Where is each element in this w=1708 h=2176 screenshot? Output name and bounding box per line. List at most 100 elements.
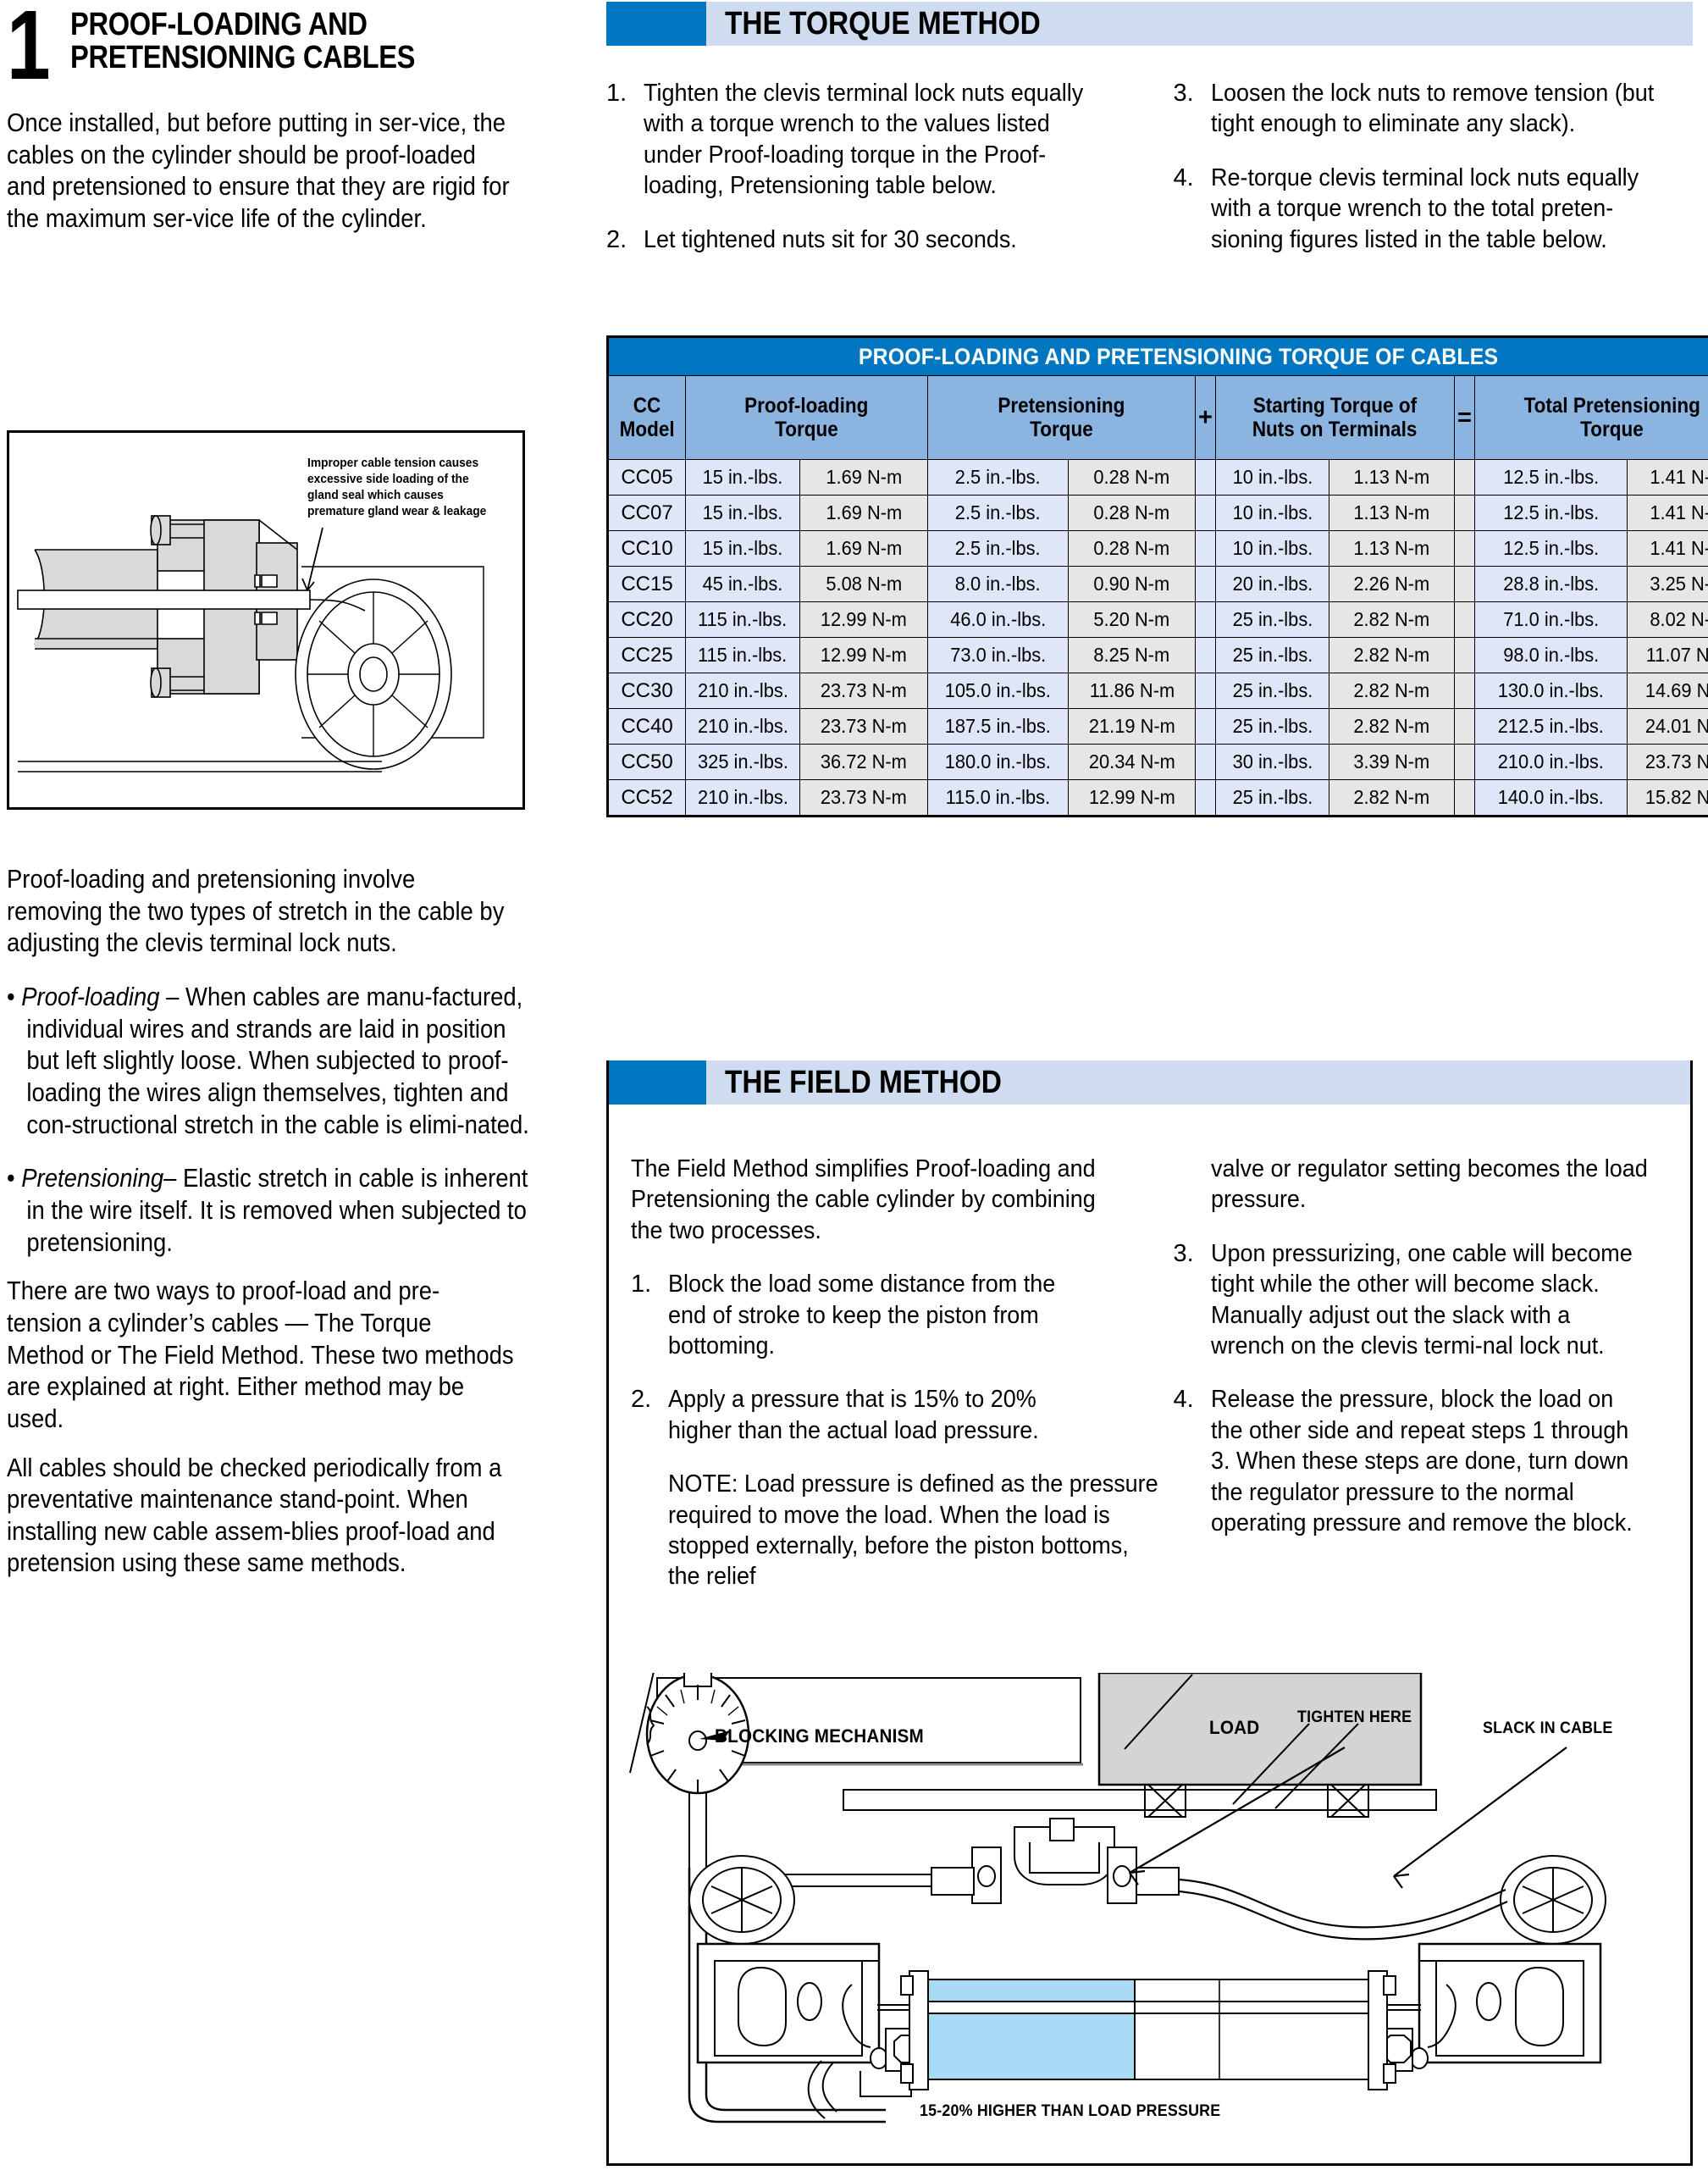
torque-step-4: 4. Re-torque clevis terminal lock nuts e… bbox=[1174, 163, 1694, 255]
cell-spacer bbox=[1454, 744, 1475, 780]
table-row: CC07 15 in.-lbs. 1.69 N-m 2.5 in.-lbs. 0.28 … bbox=[607, 495, 1708, 531]
cell-spacer bbox=[1454, 673, 1475, 709]
field-step-1: 1. Block the load some distance from the… bbox=[631, 1269, 1126, 1361]
bullet-term: Pretensioning bbox=[21, 1164, 164, 1193]
cell-s_nm: 2.26 N-m bbox=[1329, 566, 1455, 602]
cell-p_in: 210 in.-lbs. bbox=[685, 708, 800, 745]
bullet-dash: – bbox=[159, 982, 186, 1011]
torque-table-wrapper: PROOF-LOADING AND PRETENSIONING TORQUE O… bbox=[606, 335, 1708, 817]
chapter-heading: 1 PROOF-LOADING AND PRETENSIONING CABLES bbox=[7, 0, 515, 100]
cell-spacer bbox=[1454, 530, 1475, 567]
cell-t_in: 140.0 in.-lbs. bbox=[1474, 779, 1628, 817]
step-text: Tighten the clevis terminal lock nuts eq… bbox=[644, 80, 1084, 200]
table-row: CC25 115 in.-lbs. 12.99 N-m 73.0 in.-lbs. 8.… bbox=[607, 637, 1708, 673]
cell-spacer bbox=[1195, 708, 1216, 745]
table-title-row: PROOF-LOADING AND PRETENSIONING TORQUE O… bbox=[607, 336, 1708, 376]
cell-p_nm: 23.73 N-m bbox=[799, 779, 928, 817]
torque-step-3: 3. Loosen the lock nuts to remove tensio… bbox=[1174, 78, 1694, 140]
torque-steps-left-column: 1. Tighten the clevis terminal lock nuts… bbox=[606, 78, 1126, 278]
cell-p_nm: 12.99 N-m bbox=[799, 601, 928, 638]
cell-model: CC40 bbox=[607, 708, 686, 745]
cell-p_in: 115 in.-lbs. bbox=[685, 637, 800, 673]
cell-t_nm: 3.25 N-m bbox=[1627, 566, 1708, 602]
cell-model: CC20 bbox=[607, 601, 686, 638]
bullet-term: Proof-loading bbox=[21, 982, 160, 1011]
step-number: 4. bbox=[1173, 163, 1194, 191]
table-row: CC15 45 in.-lbs. 5.08 N-m 8.0 in.-lbs. 0.90 … bbox=[607, 566, 1708, 602]
cell-t_nm: 8.02 N-m bbox=[1627, 601, 1708, 638]
cell-s_in: 30 in.-lbs. bbox=[1215, 744, 1329, 780]
step-number: 4. bbox=[1173, 1386, 1194, 1414]
cell-p_nm: 5.08 N-m bbox=[799, 566, 928, 602]
table-row: CC20 115 in.-lbs. 12.99 N-m 46.0 in.-lbs. 5.… bbox=[607, 601, 1708, 638]
cell-p_nm: 1.69 N-m bbox=[799, 459, 928, 496]
cell-s_nm: 1.13 N-m bbox=[1329, 530, 1455, 567]
cell-s_in: 25 in.-lbs. bbox=[1215, 601, 1329, 638]
step-number: 3. bbox=[1173, 80, 1194, 107]
cell-t_in: 71.0 in.-lbs. bbox=[1474, 601, 1628, 638]
cell-t_in: 212.5 in.-lbs. bbox=[1474, 708, 1628, 745]
table-body: CC05 15 in.-lbs. 1.69 N-m 2.5 in.-lbs. 0.28 … bbox=[607, 459, 1708, 817]
document-page: 1 PROOF-LOADING AND PRETENSIONING CABLES… bbox=[0, 0, 1708, 2176]
cell-t_nm: 11.07 N-m bbox=[1627, 637, 1708, 673]
field-method-content: The Field Method simplifies Proof-loadin… bbox=[631, 1154, 1668, 1615]
cell-s_in: 25 in.-lbs. bbox=[1215, 708, 1329, 745]
step-text: Apply a pressure that is 15% to 20% high… bbox=[668, 1386, 1039, 1444]
cell-p_nm: 36.72 N-m bbox=[799, 744, 928, 780]
th-total-pretensioning: Total Pretensioning Torque bbox=[1474, 375, 1708, 460]
cylinder-gland-illustration: Improper cable tension causes excessive … bbox=[7, 430, 525, 810]
cell-s_in: 25 in.-lbs. bbox=[1215, 779, 1329, 817]
step-text: Block the load some distance from the en… bbox=[668, 1271, 1056, 1359]
cell-t_nm: 23.73 N-m bbox=[1627, 744, 1708, 780]
cell-s_in: 10 in.-lbs. bbox=[1215, 495, 1329, 531]
cell-model: CC25 bbox=[607, 637, 686, 673]
step-text: Re-torque clevis terminal lock nuts equa… bbox=[1210, 163, 1639, 253]
bullet-proof-loading: • Proof-loading – When cables are manu-f… bbox=[7, 982, 534, 1141]
table-header-row: CC Model Proof-loading Torque Pretensionin… bbox=[607, 375, 1708, 460]
cell-t_nm: 15.82 N-m bbox=[1627, 779, 1708, 817]
cell-pt_in: 2.5 in.-lbs. bbox=[927, 495, 1069, 531]
field-method-diagram: BLOCKING MECHANISM LOAD TIGHTEN HERE SLA… bbox=[606, 1664, 1693, 2156]
cell-pt_in: 2.5 in.-lbs. bbox=[927, 459, 1069, 496]
left-column: 1 PROOF-LOADING AND PRETENSIONING CABLES… bbox=[7, 0, 515, 235]
step-text: Loosen the lock nuts to remove tension (… bbox=[1210, 80, 1654, 138]
label-pressure-note: 15-20% HIGHER THAN LOAD PRESSURE bbox=[920, 2102, 1221, 2120]
table-row: CC10 15 in.-lbs. 1.69 N-m 2.5 in.-lbs. 0.28 … bbox=[607, 530, 1708, 567]
torque-step-1: 1. Tighten the clevis terminal lock nuts… bbox=[606, 78, 1126, 202]
th-proof-loading-torque: Proof-loading Torque bbox=[685, 375, 928, 460]
cell-model: CC10 bbox=[607, 530, 686, 567]
bullet-pretensioning: • Pretensioning– Elastic stretch in cabl… bbox=[7, 1163, 534, 1259]
cell-spacer bbox=[1195, 459, 1216, 496]
field-step-3: 3. Upon pressurizing, one cable will bec… bbox=[1174, 1238, 1669, 1362]
cell-s_nm: 2.82 N-m bbox=[1329, 601, 1455, 638]
table-title: PROOF-LOADING AND PRETENSIONING TORQUE O… bbox=[607, 336, 1708, 376]
cell-s_nm: 1.13 N-m bbox=[1329, 495, 1455, 531]
cell-spacer bbox=[1454, 566, 1475, 602]
cell-model: CC15 bbox=[607, 566, 686, 602]
paragraph-two-ways: There are two ways to proof-load and pre… bbox=[7, 1276, 514, 1433]
cell-s_nm: 2.82 N-m bbox=[1329, 673, 1455, 709]
cell-p_in: 325 in.-lbs. bbox=[685, 744, 800, 780]
cell-t_in: 210.0 in.-lbs. bbox=[1474, 744, 1628, 780]
label-load: LOAD bbox=[1209, 1717, 1260, 1738]
cell-s_in: 10 in.-lbs. bbox=[1215, 459, 1329, 496]
table-row: CC40 210 in.-lbs. 23.73 N-m 187.5 in.-lbs. 2… bbox=[607, 708, 1708, 745]
torque-step-2: 2. Let tightened nuts sit for 30 seconds… bbox=[606, 224, 1126, 255]
cell-model: CC52 bbox=[607, 779, 686, 817]
cell-spacer bbox=[1195, 744, 1216, 780]
cell-pt_in: 2.5 in.-lbs. bbox=[927, 530, 1069, 567]
table-row: CC30 210 in.-lbs. 23.73 N-m 105.0 in.-lbs. 1… bbox=[607, 673, 1708, 709]
cell-s_nm: 3.39 N-m bbox=[1329, 744, 1455, 780]
cell-p_nm: 1.69 N-m bbox=[799, 530, 928, 567]
chapter-number: 1 bbox=[7, 0, 51, 100]
cell-model: CC30 bbox=[607, 673, 686, 709]
cell-spacer bbox=[1195, 566, 1216, 602]
cell-pt_nm: 12.99 N-m bbox=[1068, 779, 1196, 817]
label-blocking-mechanism: BLOCKING MECHANISM bbox=[715, 1725, 924, 1747]
cell-p_in: 210 in.-lbs. bbox=[685, 779, 800, 817]
left-column-body: Proof-loading and pretensioning involve … bbox=[7, 847, 529, 1580]
section-torque-method: THE TORQUE METHOD 1. Tighten the clevis … bbox=[606, 2, 1693, 278]
cell-t_in: 12.5 in.-lbs. bbox=[1474, 530, 1628, 567]
torque-method-steps: 1. Tighten the clevis terminal lock nuts… bbox=[606, 78, 1693, 278]
cell-t_nm: 1.41 N-m bbox=[1627, 530, 1708, 567]
